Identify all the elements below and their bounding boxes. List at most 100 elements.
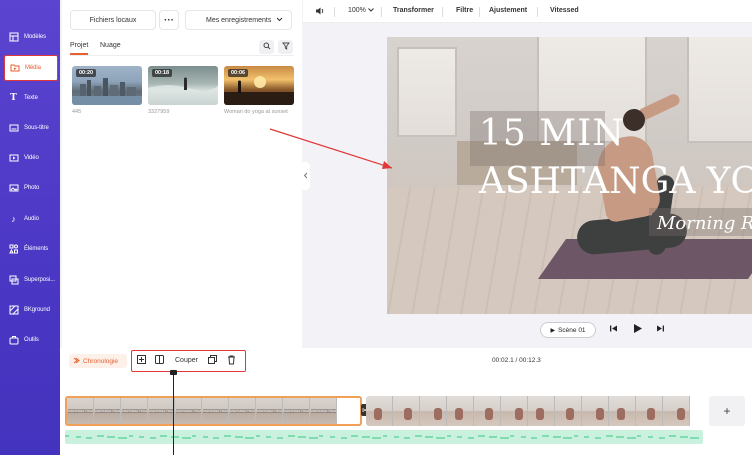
waveform-segment — [467, 437, 474, 439]
waveform-segment — [552, 436, 561, 438]
scene-button[interactable]: ▶ Scène 01 — [540, 322, 596, 338]
clip-frame-figure — [485, 408, 493, 420]
waveform-segment — [626, 437, 636, 439]
waveform-segment — [372, 437, 382, 439]
waveform-segment — [510, 435, 515, 437]
clip-frame — [636, 396, 663, 426]
clip-frame: ASHTANGA YOGA — [148, 398, 175, 424]
waveform-segment — [86, 437, 93, 439]
clip-frame-figure — [404, 408, 412, 420]
waveform-segment — [75, 436, 81, 438]
waveform-segment — [149, 437, 156, 439]
waveform-segment — [658, 437, 665, 439]
waveform-segment — [584, 436, 590, 438]
waveform-segment — [139, 436, 145, 438]
waveform-segment — [96, 435, 104, 437]
clip-frame — [474, 396, 501, 426]
video-clip[interactable] — [366, 396, 703, 426]
waveform-segment — [616, 436, 625, 438]
waveform-segment — [425, 436, 434, 438]
waveform-segment — [520, 436, 526, 438]
waveform-segment — [298, 436, 307, 438]
clip-frame — [582, 396, 609, 426]
waveform-segment — [478, 435, 486, 437]
clip-frame-figure — [434, 408, 442, 420]
clip-frame-figure — [677, 408, 685, 420]
clip-frame-title: ASHTANGA YOGA — [122, 409, 147, 413]
cut-button[interactable]: Couper — [175, 357, 198, 364]
clip-frame — [420, 396, 447, 426]
waveform-segment — [160, 435, 168, 437]
clip-frame-figure — [566, 408, 574, 420]
scene-label: Scène 01 — [558, 326, 586, 334]
waveform-segment — [128, 435, 133, 437]
waveform-segment — [531, 437, 538, 439]
play-button[interactable] — [633, 323, 643, 336]
waveform-segment — [679, 436, 688, 438]
trash-icon[interactable] — [227, 355, 236, 367]
play-small-icon: ▶ — [550, 327, 556, 334]
waveform-segment — [319, 435, 324, 437]
clip-frame — [447, 396, 474, 426]
waveform-segment — [287, 435, 295, 437]
waveform-segment — [245, 437, 255, 439]
clip-frame-figure — [455, 408, 463, 420]
waveform-segment — [65, 435, 69, 437]
clip-frame-title: ASHTANGA YOGA — [176, 409, 201, 413]
clip-frame — [663, 396, 690, 426]
video-clip-selected[interactable]: ASHTANGA YOGA ASHTANGA YOGA ASHTANGA YOGA A… — [65, 396, 362, 426]
duplicate-icon[interactable] — [208, 355, 217, 366]
audio-track[interactable] — [65, 430, 703, 444]
clip-frame-figure — [515, 408, 523, 420]
waveform-segment — [446, 435, 451, 437]
clip-frame — [366, 396, 393, 426]
skip-back-icon[interactable] — [609, 324, 618, 335]
clip-frame: ASHTANGA YOGA — [229, 398, 256, 424]
add-clip-button[interactable]: + — [709, 396, 745, 426]
waveform-segment — [118, 437, 127, 439]
waveform-segment — [351, 435, 359, 437]
waveform-segment — [383, 435, 387, 437]
waveform-segment — [637, 435, 642, 437]
clip-frame-title: ASHTANGA YOGA — [230, 409, 255, 413]
clip-frame: ASHTANGA YOGA — [283, 398, 310, 424]
waveform-segment — [308, 437, 318, 439]
timeline-icon — [73, 357, 80, 366]
clip-frame — [501, 396, 528, 426]
timeline-toggle-button[interactable]: Chronologie — [69, 354, 127, 368]
waveform-segment — [542, 435, 549, 437]
clip-frame-title: ASHTANGA YOGA — [311, 409, 336, 413]
clip-frame-title: ASHTANGA YOGA — [257, 409, 282, 413]
waveform-segment — [393, 436, 399, 438]
waveform-segment — [277, 437, 283, 439]
waveform-segment — [213, 437, 220, 439]
clip-frame-figure — [647, 408, 655, 420]
split-icon[interactable] — [155, 355, 164, 366]
clip-frame: ASHTANGA YOGA — [94, 398, 121, 424]
clip-frame: ASHTANGA YOGA — [310, 398, 337, 424]
add-clip-tool[interactable] — [137, 355, 146, 366]
clip-frame — [555, 396, 582, 426]
skip-forward-icon[interactable] — [656, 324, 665, 335]
waveform-segment — [330, 436, 335, 438]
waveform-segment — [499, 437, 509, 439]
waveform-segment — [690, 437, 700, 439]
waveform-segment — [181, 437, 191, 439]
timecode: 00:02.1 / 00:12.3 — [492, 357, 541, 364]
clip-frame-title: ASHTANGA YOGA — [95, 409, 120, 413]
playhead[interactable] — [173, 372, 174, 455]
waveform-segment — [489, 436, 497, 438]
waveform-segment — [436, 437, 445, 439]
waveform-segment — [224, 435, 231, 437]
clip-frame-title: ASHTANGA YOGA — [68, 409, 93, 413]
waveform-segment — [192, 435, 197, 437]
plus-icon: + — [723, 404, 731, 418]
clip-frame-title: ASHTANGA YOGA — [203, 409, 228, 413]
waveform-segment — [573, 435, 578, 437]
waveform-segment — [266, 436, 272, 438]
clip-frame: ASHTANGA YOGA — [202, 398, 229, 424]
waveform-segment — [255, 435, 260, 437]
clip-frame: ASHTANGA YOGA — [67, 398, 94, 424]
clip-frame: ASHTANGA YOGA — [121, 398, 148, 424]
clip-frame: ASHTANGA YOGA — [175, 398, 202, 424]
